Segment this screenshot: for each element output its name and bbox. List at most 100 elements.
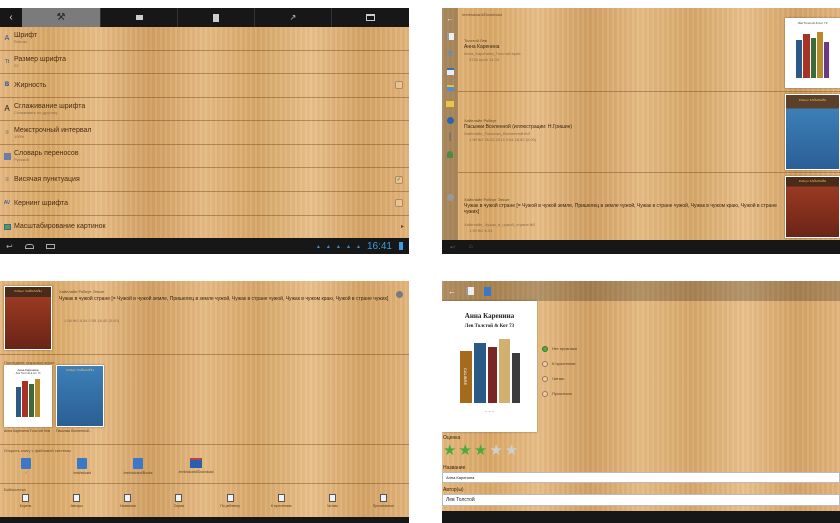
status-label: Прочитано	[552, 391, 572, 396]
settings-item-hyphenation[interactable]: Словарь переносов Русский	[0, 145, 409, 169]
settings-item-line-spacing[interactable]: ≡ Межстрочный интервал 100%	[0, 121, 409, 145]
books-icon[interactable]: ║	[448, 134, 453, 141]
page-icon	[135, 15, 143, 20]
settings-item-image-scaling[interactable]: Масштабирование картинок ▸	[0, 216, 409, 239]
info-icon[interactable]	[446, 194, 454, 201]
library-item[interactable]: Читаю	[310, 492, 354, 514]
library-item[interactable]: Прочитанное	[361, 492, 405, 514]
star-empty-icon[interactable]: ★	[489, 443, 502, 459]
back-icon[interactable]: ‹	[0, 8, 22, 27]
folder-icon[interactable]	[446, 101, 454, 107]
library-item[interactable]: Авторы	[55, 492, 99, 514]
book-item[interactable]: Хайнлайн Роберт Пасынки Вселенной (иллюс…	[458, 92, 840, 173]
dir-item[interactable]: /mnt/sdcard/Books	[120, 453, 156, 483]
settings-item-kerning[interactable]: AV Кернинг шрифта	[0, 192, 409, 216]
star-empty-icon[interactable]: ★	[505, 443, 518, 459]
dir-item[interactable]: /	[8, 453, 44, 483]
back-icon[interactable]: ←	[447, 16, 454, 23]
book-item[interactable]: Хайнлайн Роберт Энсон Чужак в чужой стра…	[458, 173, 840, 240]
book-cover: Лев Толстой & Кот 73	[785, 18, 840, 88]
back-icon[interactable]: ←	[448, 287, 456, 296]
tools-icon[interactable]: ⚒	[447, 50, 453, 58]
clock: 16:41	[366, 240, 392, 252]
radio-selected[interactable]	[542, 345, 548, 352]
home-nav-icon[interactable]: ⌂	[469, 244, 473, 250]
settings-item-font-size[interactable]: Tt Размер шрифта 22	[0, 51, 409, 75]
settings-item-bold[interactable]: B Жирность	[0, 74, 409, 98]
tab-page-settings[interactable]	[100, 8, 177, 27]
current-book-cover: Роберт ХАЙНЛАЙН	[4, 286, 52, 350]
calendar-icon[interactable]	[446, 68, 454, 75]
book-title: Анна Каренина	[464, 44, 500, 50]
status-option[interactable]: Прочитано	[542, 386, 577, 401]
reading-status-group: Нет признака К прочтению Читаю Прочитано	[542, 341, 577, 401]
back-nav-icon[interactable]: ↩	[450, 244, 455, 251]
current-book[interactable]: Роберт ХАЙНЛАЙН Хайнлайн Роберт Энсон Чу…	[0, 281, 409, 355]
star-filled-icon[interactable]: ★	[474, 443, 487, 459]
settings-item-hanging-punct[interactable]: ≡ Висячая пунктуация ✓	[0, 168, 409, 192]
library-item[interactable]: Корень	[4, 492, 48, 514]
book-title: Чужак в чужой стране [= Чужой в чужой зе…	[59, 296, 389, 302]
kerning-checkbox[interactable]	[395, 199, 403, 208]
library-icon[interactable]	[466, 287, 474, 295]
cover-title: Анна Каренина	[464, 312, 515, 320]
radio[interactable]	[542, 360, 548, 367]
library-folder-icon	[124, 494, 132, 502]
recent-book-caption: Пасынки Вселенной...	[56, 429, 92, 433]
status-option[interactable]: Читаю	[542, 371, 577, 386]
star-folder-icon[interactable]	[446, 85, 454, 91]
document-icon	[213, 13, 219, 22]
tab-document-settings[interactable]	[177, 8, 254, 27]
bold-checkbox[interactable]	[395, 81, 403, 90]
book-item[interactable]: Толстой Лев Анна Каренина Анна_Каренина_…	[458, 8, 840, 92]
filesystem-dirs: / /mnt/sdcard /mnt/sdcard/Books /mnt/sdc…	[0, 453, 409, 484]
library-item[interactable]: Названия	[106, 492, 150, 514]
home-nav-icon[interactable]	[24, 243, 34, 249]
dictionary-icon	[0, 152, 14, 160]
library-item[interactable]: Серии	[157, 492, 201, 514]
download-folder-icon	[190, 458, 202, 468]
library-icon[interactable]	[446, 33, 454, 40]
star-filled-icon[interactable]: ★	[458, 443, 471, 459]
star-filled-icon[interactable]: ★	[443, 443, 456, 459]
dir-label: /mnt/sdcard	[72, 471, 92, 475]
dir-item[interactable]: /mnt/sdcard/Download	[176, 453, 216, 483]
cover-title: Лев Толстой & Кот 73	[797, 21, 828, 25]
hanging-punct-checkbox[interactable]: ✓	[395, 175, 403, 184]
library-item[interactable]: По рейтингу	[208, 492, 252, 514]
dir-item[interactable]: /mnt/sdcard	[64, 453, 100, 483]
radio[interactable]	[542, 390, 548, 397]
folder-icon	[77, 458, 87, 469]
status-option[interactable]: К прочтению	[542, 356, 577, 371]
tab-controls-settings[interactable]: ↗	[254, 8, 331, 27]
notification-icon: ▴	[336, 243, 340, 250]
dir-label: /mnt/sdcard/Download	[178, 470, 214, 474]
info-icon[interactable]	[396, 291, 403, 298]
radio[interactable]	[542, 375, 548, 382]
name-label: Название	[443, 465, 466, 471]
book-author: Толстой Лев	[464, 38, 487, 43]
settings-item-font[interactable]: A Шрифт Roboto	[0, 27, 409, 51]
settings-item-antialias[interactable]: A Сглаживание шрифта Сглаживать по-другом…	[0, 98, 409, 122]
recent-book[interactable]: Анна Каренина Лев Толстой & Кот 73 Анна …	[4, 365, 52, 443]
tab-app-settings[interactable]	[331, 8, 409, 27]
rating-stars[interactable]: ★ ★ ★ ★ ★	[443, 443, 518, 459]
notification-icon: ▴	[356, 243, 360, 250]
person-icon[interactable]	[447, 151, 453, 158]
back-nav-icon[interactable]: ↩	[6, 242, 13, 251]
book-cover: Роберт ХАЙНЛАЙН	[785, 176, 840, 238]
library-item[interactable]: К прочтению	[259, 492, 303, 514]
globe-icon[interactable]	[446, 117, 454, 124]
recent-book[interactable]: Роберт ХАЙНЛАЙН Пасынки Вселенной...	[56, 365, 104, 443]
name-field[interactable]: Анна Каренина	[442, 472, 840, 483]
recent-apps-icon[interactable]	[45, 243, 55, 249]
publisher-logo: ~ ~ ~	[484, 409, 495, 414]
author-field[interactable]: Лев Толстой	[442, 494, 840, 506]
library-folder-icon	[22, 494, 30, 502]
bookmark-icon[interactable]	[484, 286, 491, 296]
library-folder-icon	[277, 494, 285, 502]
status-option[interactable]: Нет признака	[542, 341, 577, 356]
file-browser-screen: ← ⚒ ║ /mnt/sdcard/Download Толстой Лев А…	[442, 8, 840, 254]
notification-icon: ▴	[346, 243, 350, 250]
tab-font-settings[interactable]: ⚒	[22, 8, 100, 27]
